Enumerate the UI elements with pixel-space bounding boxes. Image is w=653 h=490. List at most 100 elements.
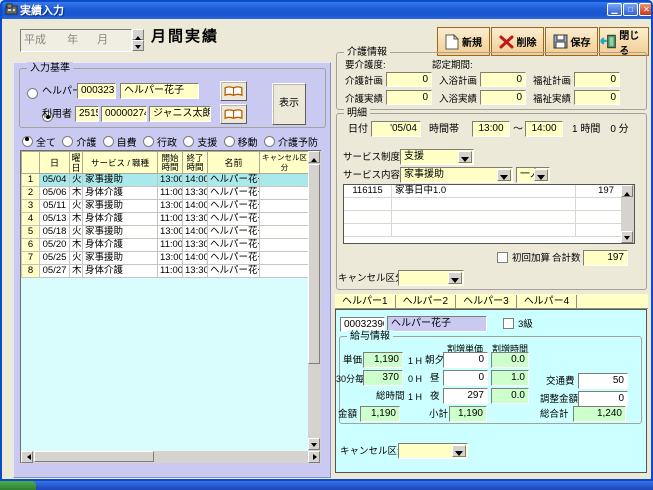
- day-time-field[interactable]: 1.0: [491, 370, 529, 386]
- unit-price-field[interactable]: 1,190: [363, 352, 403, 368]
- filter-radio-option[interactable]: 自費: [103, 134, 137, 149]
- table-row[interactable]: 505/18火家事援助13:0014:00ヘルパー花子: [22, 226, 309, 239]
- table-hscrollbar[interactable]: [21, 451, 321, 463]
- grade3-checkbox[interactable]: [503, 318, 514, 329]
- filter-radio-option[interactable]: 支援: [183, 134, 217, 149]
- service-list-row[interactable]: [344, 198, 621, 211]
- service-content-select[interactable]: 家事援助: [400, 167, 513, 183]
- vscroll-thumb[interactable]: [308, 164, 320, 364]
- night-time-field[interactable]: 0.0: [491, 388, 529, 404]
- chevron-down-icon[interactable]: [448, 272, 462, 284]
- chevron-down-icon[interactable]: [458, 151, 472, 163]
- maximize-button[interactable]: □: [623, 3, 638, 16]
- care-plan-field[interactable]: 0: [386, 72, 432, 87]
- tab-helper-4[interactable]: ヘルパー4: [517, 295, 578, 308]
- care-actual-field[interactable]: 0: [480, 90, 526, 105]
- chevron-down-icon[interactable]: [497, 169, 511, 181]
- service-system-select[interactable]: 支援: [400, 149, 474, 165]
- morning-evening-price-field[interactable]: 0: [443, 352, 488, 368]
- adjustment-field[interactable]: 0: [578, 391, 628, 407]
- filter-radio-option[interactable]: 行政: [143, 134, 177, 149]
- helper-name-field[interactable]: ヘルパー花子: [120, 83, 199, 99]
- helper-cancel-select[interactable]: [398, 443, 468, 459]
- column-header[interactable]: 開始時間: [158, 152, 183, 174]
- table-row[interactable]: 405/13木身体介護11:0013:30ヘルパー花子: [22, 213, 309, 226]
- user-lookup-button[interactable]: [220, 104, 247, 124]
- filter-radio-option[interactable]: 介護予防: [264, 134, 318, 149]
- transport-field[interactable]: 50: [578, 373, 628, 389]
- table-cell: 身体介護: [83, 213, 158, 226]
- scroll-down-icon[interactable]: [308, 438, 320, 450]
- display-button[interactable]: 表示: [272, 83, 306, 125]
- era-date-field[interactable]: 平成 年 月: [20, 29, 132, 52]
- morning-evening-time-field[interactable]: 0.0: [491, 352, 529, 368]
- table-row[interactable]: 805/27木身体介護11:0013:30ヘルパー花子: [22, 265, 309, 278]
- time-start-field[interactable]: 13:00: [472, 121, 510, 137]
- service-list-row[interactable]: [344, 211, 621, 224]
- table-row[interactable]: 705/25火家事援助13:0014:00ヘルパー花子: [22, 252, 309, 265]
- service-list-row[interactable]: [344, 224, 621, 237]
- hscroll-thumb[interactable]: [34, 451, 154, 462]
- service-units-cell: 197: [576, 185, 617, 197]
- close-window-button[interactable]: ✕: [639, 3, 653, 16]
- helper-radio[interactable]: [27, 88, 38, 99]
- user-name-field[interactable]: ジャニス太朗: [149, 106, 211, 122]
- column-header[interactable]: キャンセル区分: [260, 152, 309, 174]
- time-end-field[interactable]: 14:00: [525, 121, 563, 137]
- chevron-down-icon[interactable]: [534, 169, 548, 181]
- titlebar[interactable]: 実績入力: [0, 0, 653, 19]
- service-list-vscrollbar[interactable]: [621, 185, 634, 243]
- per-30min-field[interactable]: 370: [363, 370, 403, 386]
- amount-field[interactable]: 1,190: [360, 406, 400, 422]
- table-row[interactable]: 105/04火家事援助13:0014:00ヘルパー花子: [22, 174, 309, 187]
- column-header[interactable]: [22, 152, 40, 174]
- scroll-up-icon[interactable]: [308, 151, 320, 163]
- taskbar[interactable]: [0, 481, 653, 490]
- total-count-field[interactable]: 197: [583, 250, 628, 266]
- column-header[interactable]: 日: [40, 152, 70, 174]
- tab-helper-3[interactable]: ヘルパー3: [456, 295, 517, 308]
- care-actual-field[interactable]: 0: [386, 90, 432, 105]
- table-vscrollbar[interactable]: [308, 151, 321, 451]
- user-code-field[interactable]: 00000274: [101, 106, 147, 122]
- helper-panel-name-field[interactable]: ヘルパー花子: [387, 316, 487, 332]
- service-list-row[interactable]: 116115家事日中1.0197: [344, 185, 621, 198]
- table-row[interactable]: 205/06木身体介護11:0013:30ヘルパー花子: [22, 187, 309, 200]
- helper-lookup-button[interactable]: [220, 81, 247, 101]
- person-count-select[interactable]: 一人: [516, 167, 550, 183]
- scroll-down-icon[interactable]: [621, 231, 633, 243]
- spinner-up-icon[interactable]: [132, 29, 144, 40]
- column-header[interactable]: サービス / 職種: [83, 152, 158, 174]
- helper-code-field[interactable]: 00032390: [77, 83, 116, 99]
- minimize-button[interactable]: ▁: [607, 3, 622, 16]
- care-plan-field[interactable]: 0: [480, 72, 526, 87]
- tab-helper-2[interactable]: ヘルパー2: [396, 295, 457, 308]
- start-button[interactable]: [0, 481, 36, 490]
- subtotal-field[interactable]: 1,190: [449, 406, 487, 422]
- scroll-left-icon[interactable]: [21, 451, 33, 463]
- scroll-up-icon[interactable]: [621, 185, 633, 197]
- detail-cancel-select[interactable]: [398, 270, 464, 286]
- column-header[interactable]: 曜日: [70, 152, 83, 174]
- filter-radio-option[interactable]: 全て: [22, 134, 56, 149]
- filter-radio-option[interactable]: 移動: [224, 134, 258, 149]
- spinner-down-icon[interactable]: [132, 40, 144, 51]
- table-row[interactable]: 305/11火家事援助13:0014:00ヘルパー花子: [22, 200, 309, 213]
- filter-radio-option[interactable]: 介護: [62, 134, 96, 149]
- date-field[interactable]: '05/04: [371, 121, 421, 137]
- scroll-right-icon[interactable]: [308, 451, 320, 463]
- table-row[interactable]: 605/20木身体介護11:0013:30ヘルパー花子: [22, 239, 309, 252]
- column-header[interactable]: 名前: [208, 152, 260, 174]
- day-price-field[interactable]: 0: [443, 370, 488, 386]
- detail-label: 明細: [344, 107, 370, 120]
- care-plan-field[interactable]: 0: [574, 72, 620, 87]
- chevron-down-icon[interactable]: [452, 445, 466, 457]
- first-time-checkbox[interactable]: [497, 252, 508, 263]
- care-actual-field[interactable]: 0: [574, 90, 620, 105]
- grand-total-field[interactable]: 1,240: [573, 406, 626, 422]
- table-cell: 木: [70, 239, 83, 252]
- night-price-field[interactable]: 297: [443, 388, 488, 404]
- user-office-code-field[interactable]: 2515: [75, 106, 99, 122]
- tab-helper-1[interactable]: ヘルパー1: [335, 295, 396, 308]
- column-header[interactable]: 終了時間: [183, 152, 208, 174]
